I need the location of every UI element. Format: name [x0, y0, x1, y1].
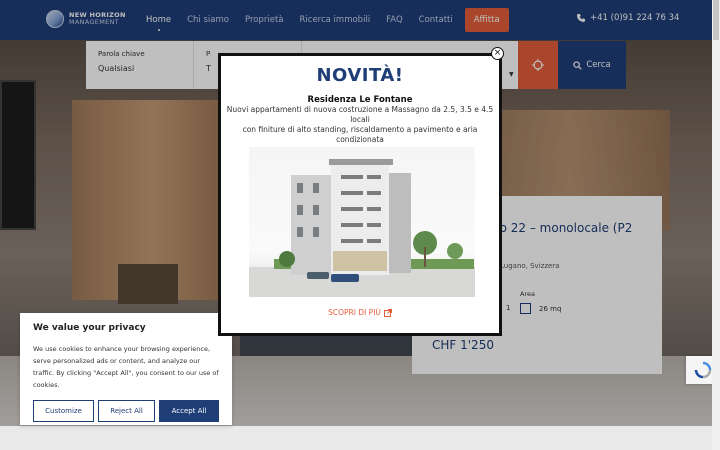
modal-title: NOVITÀ! [316, 65, 404, 86]
cookie-banner: We value your privacy We use cookies to … [20, 313, 232, 425]
news-modal: NOVITÀ! Residenza Le Fontane Nuovi appar… [218, 53, 502, 336]
cookie-reject-button[interactable]: Reject All [98, 400, 155, 422]
discover-more-link[interactable]: SCOPRI DI PIÙ [221, 308, 499, 317]
cookie-text: We use cookies to enhance your browsing … [33, 345, 219, 389]
recaptcha-icon [694, 361, 712, 379]
cookie-customize-button[interactable]: Customize [33, 400, 94, 422]
page-scrollbar[interactable] [712, 0, 720, 450]
modal-close-button[interactable]: × [491, 47, 504, 60]
modal-text-2: con finiture di alto standing, riscaldam… [242, 125, 478, 144]
close-icon: × [493, 48, 502, 58]
page-bottom [0, 426, 712, 450]
modal-subtitle: Residenza Le Fontane [307, 95, 413, 105]
cookie-title: We value your privacy [33, 323, 146, 333]
external-link-icon [383, 308, 392, 317]
scrollbar-thumb[interactable] [713, 0, 719, 40]
modal-text-1: Nuovi appartamenti di nuova costruzione … [226, 105, 494, 124]
building-render-image [249, 147, 475, 297]
cookie-accept-button[interactable]: Accept All [159, 400, 219, 422]
